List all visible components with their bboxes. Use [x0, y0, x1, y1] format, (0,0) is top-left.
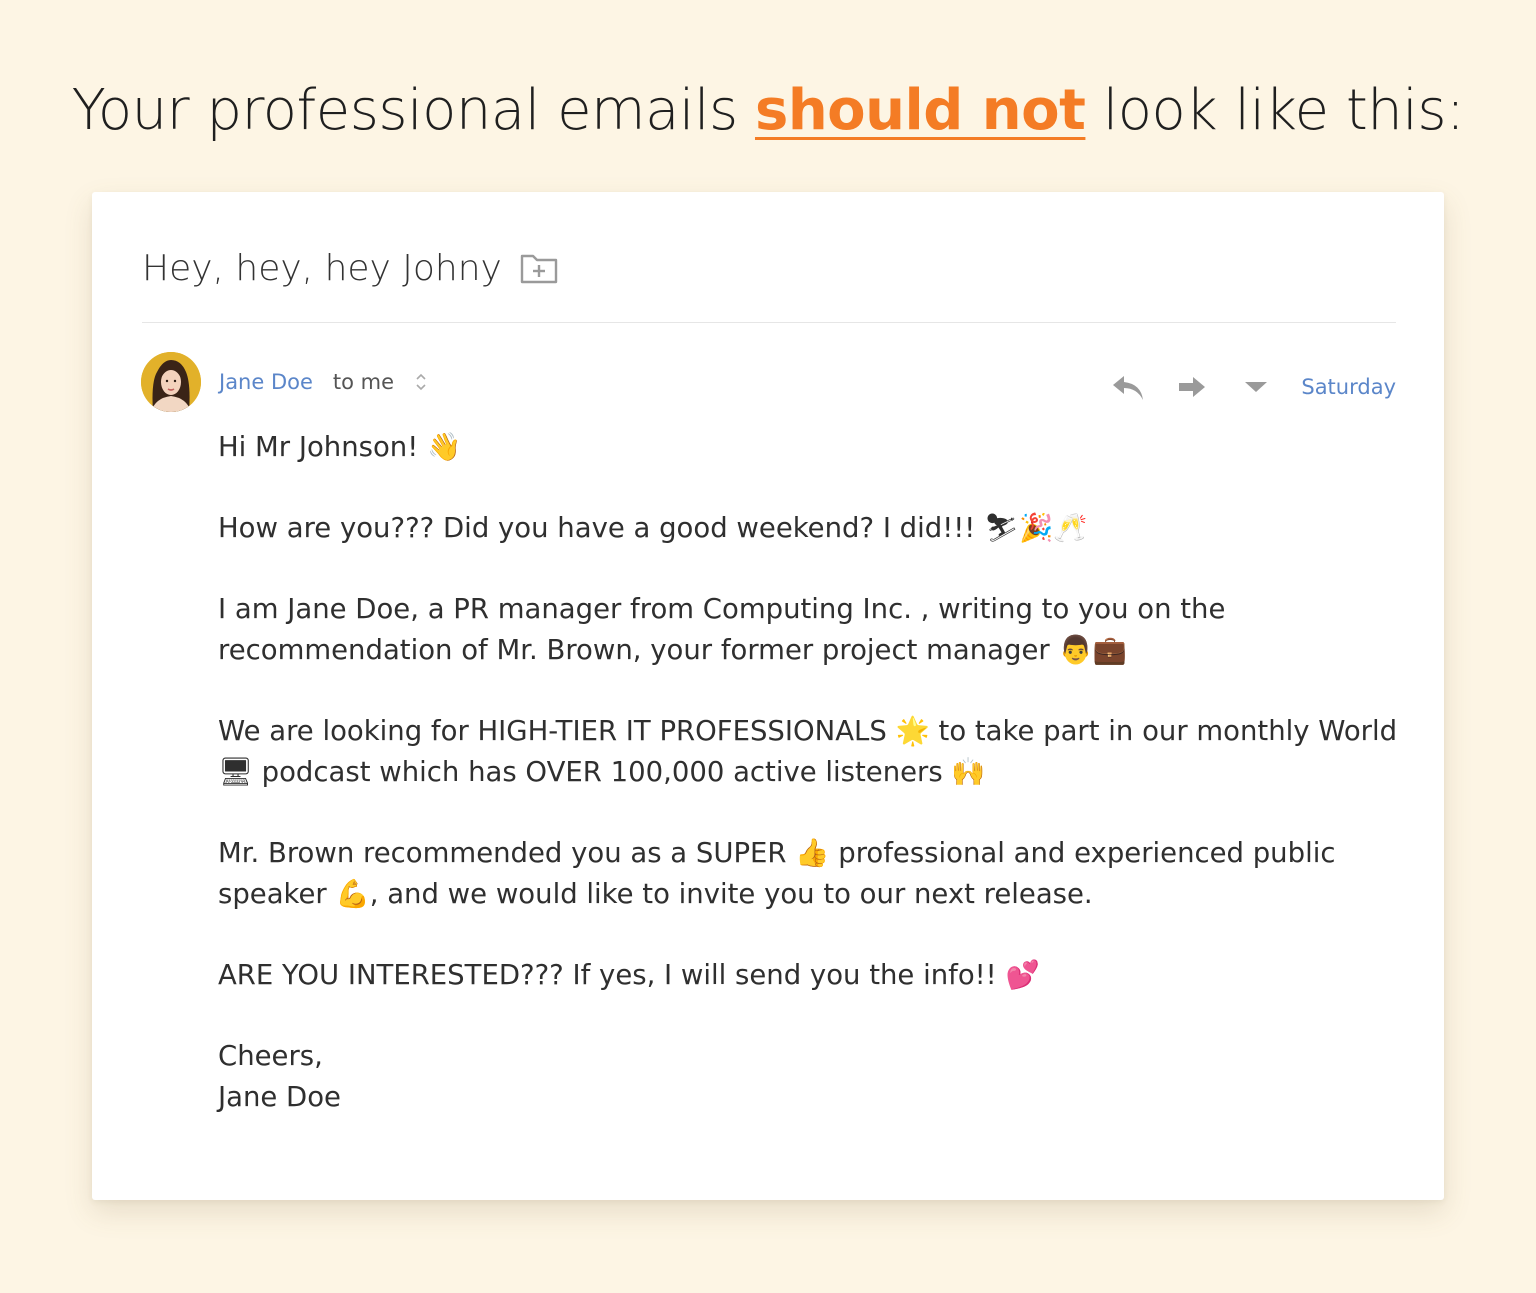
body-paragraph: We are looking for HIGH-TIER IT PROFESSI…: [218, 715, 1398, 788]
email-signature: Cheers, Jane Doe: [218, 1040, 341, 1113]
divider: [142, 322, 1396, 323]
forward-icon[interactable]: [1175, 372, 1209, 402]
avatar-image: [141, 352, 201, 412]
headline: Your professional emails should not look…: [0, 78, 1536, 143]
recipient-label: to me: [332, 370, 395, 394]
body-paragraph: Hi Mr Johnson! 👋: [218, 431, 462, 463]
headline-emphasis: should not: [754, 78, 1086, 143]
body-paragraph: Mr. Brown recommended you as a SUPER 👍 p…: [218, 837, 1336, 910]
sender-row: Jane Doe to me: [219, 370, 428, 394]
chevron-down-icon[interactable]: [1239, 372, 1273, 402]
email-body: Hi Mr Johnson! 👋 How are you??? Did you …: [218, 427, 1408, 1118]
message-actions: Saturday: [1111, 372, 1396, 402]
body-paragraph: I am Jane Doe, a PR manager from Computi…: [218, 593, 1226, 666]
folder-plus-icon[interactable]: [520, 252, 558, 284]
email-subject: Hey, hey, hey Johny: [142, 247, 502, 289]
chevron-up-down-icon[interactable]: [414, 371, 428, 393]
reply-icon[interactable]: [1111, 372, 1145, 402]
body-paragraph: ARE YOU INTERESTED??? If yes, I will sen…: [218, 959, 1040, 991]
message-date: Saturday: [1301, 375, 1396, 399]
headline-text: Your professional emails: [71, 78, 755, 143]
body-paragraph: How are you??? Did you have a good weeke…: [218, 512, 1088, 544]
subject-row: Hey, hey, hey Johny: [142, 240, 558, 296]
avatar[interactable]: [141, 352, 201, 412]
email-card: Hey, hey, hey Johny Jane Doe to me Satur…: [92, 192, 1444, 1200]
sender-name[interactable]: Jane Doe: [219, 370, 313, 394]
headline-text-end: look like this:: [1085, 78, 1465, 143]
